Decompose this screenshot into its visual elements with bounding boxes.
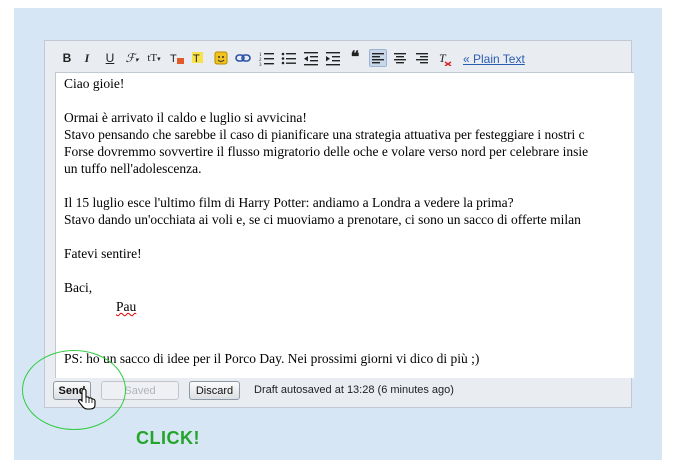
message-line: Ciao gioie!: [64, 76, 125, 91]
message-line: PS: ho un sacco di idee per il Porco Day…: [64, 351, 480, 366]
align-center-icon: [394, 53, 406, 64]
align-left-icon: [372, 53, 384, 64]
bulleted-list-icon: [281, 52, 296, 65]
quote-button[interactable]: ❝: [347, 50, 363, 66]
bulleted-list-button[interactable]: [281, 50, 297, 66]
indent-icon: [326, 52, 340, 66]
italic-button[interactable]: I: [79, 50, 95, 66]
message-line: Fatevi sentire!: [64, 246, 142, 261]
align-left-button[interactable]: [369, 49, 387, 67]
message-line: un tuffo nell'adolescenza.: [64, 161, 202, 176]
signature-name: Pau: [116, 299, 137, 314]
compose-panel: B I U ℱ▾ tT▾ T T 123 ❝ T « Plain Text Ci…: [44, 40, 634, 408]
message-line: Forse dovremmo sovvertire il flusso migr…: [64, 144, 589, 159]
align-center-button[interactable]: [392, 50, 408, 66]
outdent-button[interactable]: [303, 50, 319, 66]
link-icon: [235, 54, 251, 62]
message-line: Stavo dando un'occhiata ai voli e, se ci…: [64, 212, 581, 227]
draft-status-text: Draft autosaved at 13:28 (6 minutes ago): [254, 384, 454, 396]
message-body-editor[interactable]: Ciao gioie! Ormai è arrivato il caldo e …: [55, 72, 634, 378]
message-line: Stavo pensando che sarebbe il caso di pi…: [64, 127, 585, 142]
numbered-list-icon: 123: [259, 53, 274, 68]
highlight-button[interactable]: T: [190, 50, 206, 66]
link-button[interactable]: [235, 50, 251, 66]
svg-text:3: 3: [259, 63, 262, 66]
outdent-icon: [304, 52, 318, 66]
discard-button[interactable]: Discard: [189, 381, 240, 400]
emoticon-button[interactable]: [213, 50, 229, 66]
message-line: Il 15 luglio esce l'ultimo film di Harry…: [64, 195, 514, 210]
indent-button[interactable]: [325, 50, 341, 66]
text-size-button[interactable]: tT▾: [144, 50, 164, 66]
text-color-icon: T: [170, 53, 184, 65]
align-right-icon: [416, 53, 428, 64]
formatting-toolbar: B I U ℱ▾ tT▾ T T 123 ❝ T « Plain Text: [45, 41, 631, 73]
svg-text:T: T: [170, 53, 177, 65]
message-line: Baci,: [64, 280, 93, 295]
bold-button[interactable]: B: [59, 50, 75, 66]
font-button[interactable]: ℱ▾: [123, 50, 141, 66]
plain-text-link[interactable]: « Plain Text: [463, 52, 525, 66]
svg-text:T: T: [193, 53, 200, 65]
font-icon: ℱ: [125, 51, 135, 65]
align-right-button[interactable]: [414, 50, 430, 66]
numbered-list-button[interactable]: 123: [259, 50, 275, 68]
text-color-button[interactable]: T: [169, 50, 185, 66]
click-annotation: CLICK!: [136, 428, 200, 448]
smiley-icon: [214, 51, 228, 65]
text-size-icon: tT: [147, 52, 158, 64]
compose-actions-bar: Send Saved Discard Draft autosaved at 13…: [45, 377, 631, 407]
highlight-circle: [22, 350, 126, 430]
remove-formatting-icon: T: [439, 51, 452, 67]
message-line: Ormai è arrivato il caldo e luglio si av…: [64, 110, 307, 125]
quote-icon: ❝: [350, 49, 360, 66]
remove-formatting-button[interactable]: T: [437, 50, 453, 67]
underline-button[interactable]: U: [102, 50, 118, 66]
highlight-icon: T: [192, 52, 203, 65]
